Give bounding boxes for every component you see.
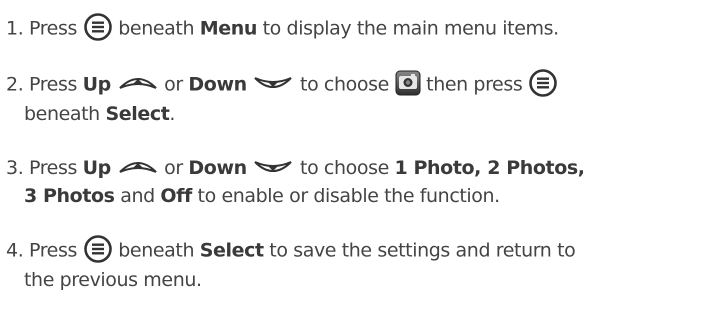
step-number: 4. xyxy=(6,239,24,262)
down-arrow-button-icon xyxy=(252,72,294,94)
step-text: . xyxy=(169,103,176,125)
off-label: Off xyxy=(160,185,192,207)
step-number: 3. xyxy=(6,157,24,179)
step-text: or xyxy=(164,73,183,96)
step-text: then press xyxy=(426,73,523,96)
step-text: beneath xyxy=(118,17,195,40)
step-number: 2. xyxy=(6,73,24,96)
step-text: to choose xyxy=(300,73,389,96)
step-continuation: beneath Select. xyxy=(6,100,706,128)
step-text: and xyxy=(120,185,155,207)
select-label: Select xyxy=(105,103,170,125)
up-label: Up xyxy=(82,157,112,179)
menu-label: Menu xyxy=(199,17,258,40)
step-2: 2. Press Up or Down to choose then press… xyxy=(6,68,706,128)
step-text: Press xyxy=(28,17,77,40)
step-1: 1. Press beneath Menu to display the mai… xyxy=(6,12,706,44)
select-label: Select xyxy=(199,239,264,262)
step-text: the previous menu. xyxy=(24,269,202,291)
step-text: Press xyxy=(28,73,77,96)
step-4: 4. Press beneath Select to save the sett… xyxy=(6,234,706,294)
camera-icon xyxy=(395,70,421,96)
step-text: to save the settings and return to xyxy=(269,239,576,262)
up-arrow-button-icon xyxy=(117,156,159,178)
step-number: 1. xyxy=(6,17,24,40)
step-text: to choose xyxy=(300,157,389,179)
step-text: Press xyxy=(28,157,77,179)
step-text: beneath xyxy=(24,103,100,125)
menu-button-icon xyxy=(528,68,558,98)
step-continuation: the previous menu. xyxy=(6,266,706,294)
down-arrow-button-icon xyxy=(252,156,294,178)
step-text: or xyxy=(164,157,183,179)
menu-button-icon xyxy=(83,12,113,42)
options-label: 1 Photo, 2 Photos, xyxy=(394,157,586,179)
down-label: Down xyxy=(188,73,247,96)
step-3: 3. Press Up or Down to choose 1 Photo, 2… xyxy=(6,154,706,210)
down-label: Down xyxy=(188,157,247,179)
step-text: to enable or disable the function. xyxy=(197,185,501,207)
menu-button-icon xyxy=(83,234,113,264)
up-arrow-button-icon xyxy=(117,72,159,94)
options-label: 3 Photos xyxy=(24,185,115,207)
step-text: Press xyxy=(28,239,77,262)
instruction-steps: 1. Press beneath Menu to display the mai… xyxy=(6,12,706,294)
step-continuation: 3 Photos and Off to enable or disable th… xyxy=(6,182,706,210)
up-label: Up xyxy=(82,73,112,96)
step-text: beneath xyxy=(118,239,195,262)
step-text: to display the main menu items. xyxy=(262,17,560,40)
